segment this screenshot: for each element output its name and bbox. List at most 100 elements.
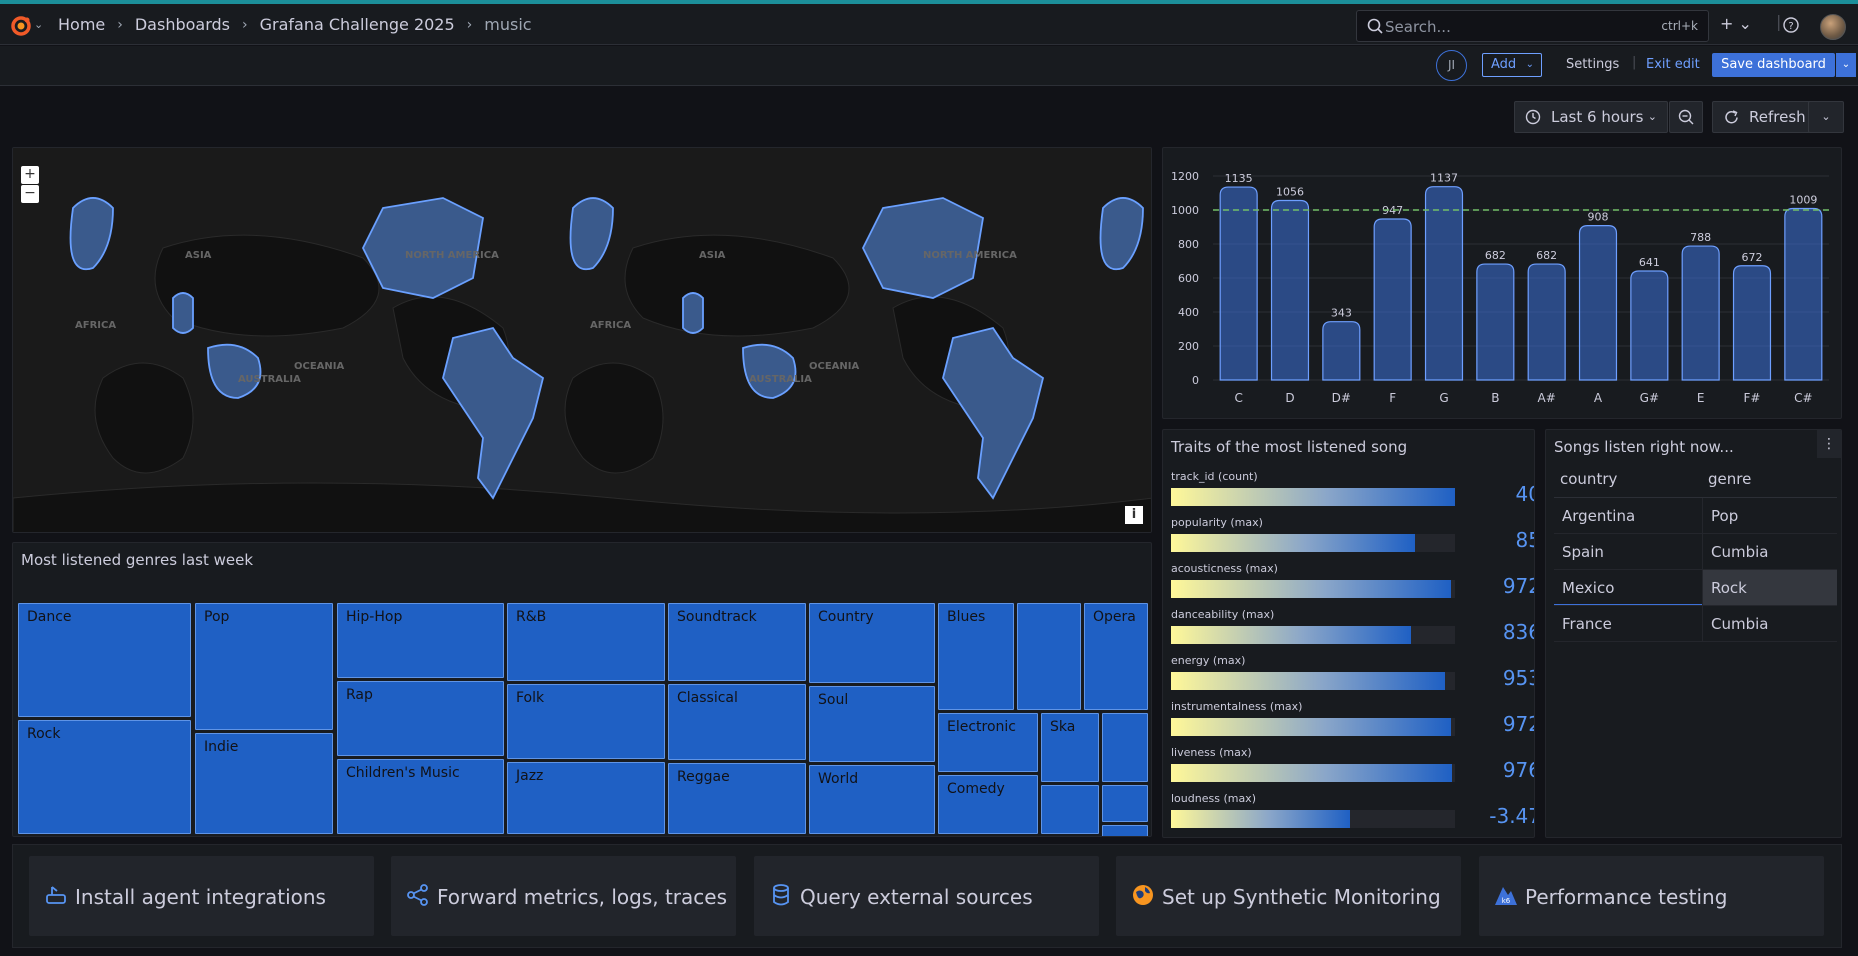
songs-now-table-panel[interactable]: Songs listen right now... ⋮ country genr… bbox=[1545, 429, 1842, 838]
treemap-cell-electronic[interactable]: Electronic bbox=[938, 713, 1038, 772]
table-cell-genre[interactable]: Cumbia bbox=[1702, 606, 1837, 642]
gauge-row[interactable]: liveness (max) 976 bbox=[1171, 746, 1534, 792]
genres-treemap-panel[interactable]: Most listened genres last week Dance Roc… bbox=[12, 542, 1152, 837]
gauge-row[interactable]: energy (max) 953 bbox=[1171, 654, 1534, 700]
map-info-button[interactable]: i bbox=[1125, 506, 1143, 524]
map-label-asia: ASIA bbox=[699, 250, 726, 261]
help-icon[interactable]: ? bbox=[1782, 16, 1800, 34]
treemap-cell-unlabeled[interactable] bbox=[1102, 713, 1148, 782]
bar[interactable] bbox=[1270, 199, 1310, 381]
table-header-genre[interactable]: genre bbox=[1708, 470, 1751, 488]
treemap-cell-unlabeled[interactable] bbox=[1102, 785, 1148, 822]
bar-chart-panel[interactable]: 0 200 400 600 800 1000 1200 1135 C 1056 D 343 D# 947 F… bbox=[1162, 147, 1842, 419]
table-cell-genre[interactable]: Rock bbox=[1702, 570, 1837, 606]
new-plus-icon[interactable]: + ⌄ bbox=[1720, 14, 1752, 33]
gauge-track bbox=[1171, 672, 1455, 690]
treemap-cell-pop[interactable]: Pop bbox=[195, 603, 333, 730]
treemap-cell-dance[interactable]: Dance bbox=[18, 603, 191, 717]
breadcrumb-home[interactable]: Home bbox=[58, 15, 105, 34]
treemap-cell-ska[interactable]: Ska bbox=[1041, 713, 1099, 782]
map-zoom-in-button[interactable]: + bbox=[21, 166, 39, 184]
refresh-label: Refresh bbox=[1749, 108, 1806, 126]
gauge-row[interactable]: popularity (max) 85 bbox=[1171, 516, 1534, 562]
treemap-cell-soul[interactable]: Soul bbox=[809, 686, 935, 762]
bar[interactable] bbox=[1322, 321, 1361, 381]
gauge-row[interactable]: acousticness (max) 972 bbox=[1171, 562, 1534, 608]
table-cell-country[interactable]: Mexico bbox=[1554, 570, 1702, 606]
treemap-cell-blues[interactable]: Blues bbox=[938, 603, 1014, 710]
bar[interactable] bbox=[1578, 225, 1618, 381]
grafana-logo-icon[interactable] bbox=[10, 15, 32, 37]
zoom-out-time-button[interactable] bbox=[1669, 101, 1703, 133]
traits-bar-gauge-panel[interactable]: Traits of the most listened song track_i… bbox=[1162, 429, 1535, 838]
treemap-cell-jazz[interactable]: Jazz bbox=[507, 762, 665, 834]
gauge-value: 972 bbox=[1502, 574, 1534, 598]
breadcrumb-folder[interactable]: Grafana Challenge 2025 bbox=[260, 15, 455, 34]
treemap-cell-childrens-music[interactable]: Children's Music bbox=[337, 759, 504, 834]
table-cell-country[interactable]: France bbox=[1554, 606, 1702, 642]
settings-button[interactable]: Settings bbox=[1566, 57, 1619, 72]
performance-testing-card[interactable]: k6 Performance testing bbox=[1479, 856, 1824, 936]
treemap-cell-world[interactable]: World bbox=[809, 765, 935, 834]
mega-menu-chevron-icon[interactable]: ⌄ bbox=[34, 18, 43, 31]
table-cell-genre[interactable]: Pop bbox=[1702, 498, 1837, 534]
world-map[interactable]: ASIA ASIA NORTH AMERICA NORTH AMERICA AF… bbox=[13, 148, 1152, 533]
add-button[interactable]: Add ⌄ bbox=[1482, 53, 1542, 77]
gauge-row[interactable]: track_id (count) 40 bbox=[1171, 470, 1534, 516]
treemap-cell-unlabeled[interactable] bbox=[1041, 785, 1099, 834]
user-initials-avatar[interactable]: JI bbox=[1436, 50, 1467, 81]
bar[interactable] bbox=[1476, 263, 1515, 381]
bar[interactable] bbox=[1219, 186, 1258, 381]
exit-edit-button[interactable]: Exit edit bbox=[1646, 57, 1700, 72]
bar[interactable] bbox=[1784, 207, 1823, 381]
gauge-value: 953 bbox=[1502, 666, 1534, 690]
treemap-cell-rock[interactable]: Rock bbox=[18, 720, 191, 834]
bar[interactable] bbox=[1630, 270, 1669, 381]
synthetic-monitoring-card[interactable]: Set up Synthetic Monitoring bbox=[1116, 856, 1461, 936]
map-zoom-out-button[interactable]: − bbox=[21, 185, 39, 203]
query-external-sources-card[interactable]: Query external sources bbox=[754, 856, 1099, 936]
panel-title: Most listened genres last week bbox=[21, 551, 254, 569]
treemap-cell-soundtrack[interactable]: Soundtrack bbox=[668, 603, 806, 681]
geomap-panel[interactable]: ASIA ASIA NORTH AMERICA NORTH AMERICA AF… bbox=[12, 147, 1152, 533]
refresh-interval-chevron-icon[interactable]: ⌄ bbox=[1808, 101, 1844, 133]
bar[interactable] bbox=[1732, 265, 1772, 381]
user-avatar[interactable] bbox=[1820, 14, 1846, 40]
bar-value-label: 1056 bbox=[1276, 185, 1304, 198]
gauge-row[interactable]: danceability (max) 836 bbox=[1171, 608, 1534, 654]
bar[interactable] bbox=[1424, 186, 1464, 381]
breadcrumb-dashboards[interactable]: Dashboards bbox=[135, 15, 230, 34]
treemap-cell-country[interactable]: Country bbox=[809, 603, 935, 683]
bar-chart[interactable]: 020040060080010001200 1135C1056D343D#947F… bbox=[1163, 148, 1842, 419]
treemap-cell-opera[interactable]: Opera bbox=[1084, 603, 1148, 710]
treemap-cell-rnb[interactable]: R&B bbox=[507, 603, 665, 681]
panel-menu-icon[interactable]: ⋮ bbox=[1817, 430, 1841, 458]
treemap-cell-rap[interactable]: Rap bbox=[337, 681, 504, 756]
save-options-chevron-icon[interactable]: ⌄ bbox=[1836, 53, 1856, 77]
bar-value-label: 343 bbox=[1331, 307, 1352, 320]
bar[interactable] bbox=[1373, 218, 1412, 381]
treemap-cell-unlabeled[interactable] bbox=[1017, 603, 1081, 710]
treemap-cell-reggae[interactable]: Reggae bbox=[668, 763, 806, 834]
refresh-button[interactable]: Refresh bbox=[1712, 101, 1822, 133]
search-input[interactable]: Search... ctrl+k bbox=[1356, 10, 1709, 42]
table-cell-country[interactable]: Argentina bbox=[1554, 498, 1702, 534]
bar[interactable] bbox=[1527, 263, 1566, 381]
gauge-row[interactable]: loudness (max) -3.47 bbox=[1171, 792, 1534, 837]
table-cell-country[interactable]: Spain bbox=[1554, 534, 1702, 570]
share-nodes-icon bbox=[407, 884, 428, 906]
save-dashboard-button[interactable]: Save dashboard bbox=[1712, 53, 1835, 77]
forward-metrics-card[interactable]: Forward metrics, logs, traces bbox=[391, 856, 736, 936]
table-header-country[interactable]: country bbox=[1560, 470, 1617, 488]
treemap-cell-classical[interactable]: Classical bbox=[668, 684, 806, 760]
install-agent-integrations-card[interactable]: Install agent integrations bbox=[29, 856, 374, 936]
table-cell-genre[interactable]: Cumbia bbox=[1702, 534, 1837, 570]
treemap-cell-unlabeled[interactable] bbox=[1102, 825, 1148, 836]
treemap-cell-indie[interactable]: Indie bbox=[195, 733, 333, 834]
treemap-cell-hip-hop[interactable]: Hip-Hop bbox=[337, 603, 504, 678]
bar[interactable] bbox=[1681, 245, 1720, 381]
treemap-cell-comedy[interactable]: Comedy bbox=[938, 775, 1038, 834]
time-range-picker[interactable]: Last 6 hours ⌄ bbox=[1514, 101, 1668, 133]
treemap-cell-folk[interactable]: Folk bbox=[507, 684, 665, 759]
gauge-row[interactable]: instrumentalness (max) 972 bbox=[1171, 700, 1534, 746]
